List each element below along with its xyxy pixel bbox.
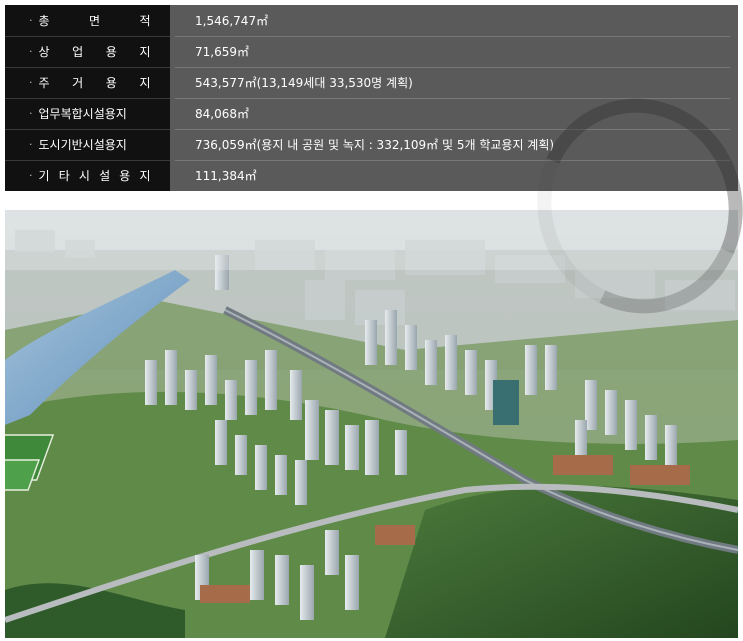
row-label: 상 업 용 지 [38, 45, 151, 59]
row-label: 총 면 적 [38, 14, 151, 28]
row-value: 111,384㎡ [195, 169, 257, 183]
row-label: 업무복합시설용지 [38, 107, 127, 121]
table-row: · 총 면 적 1,546,747㎡ [5, 5, 738, 36]
aerial-illustration [5, 210, 738, 638]
bullet-icon: · [29, 14, 33, 27]
row-value: 84,068㎡ [195, 107, 249, 121]
row-label-cell: · 상 업 용 지 [5, 36, 170, 67]
row-value: 71,659㎡ [195, 45, 249, 59]
table-row: · 주 거 용 지 543,577㎡(13,149세대 33,530명 계획) [5, 67, 738, 98]
bullet-icon: · [29, 45, 33, 58]
land-use-table: · 총 면 적 1,546,747㎡ · 상 업 용 지 71,659㎡ · 주… [5, 0, 738, 191]
row-label-cell: · 업무복합시설용지 [5, 98, 170, 129]
aerial-rendering [5, 210, 738, 638]
row-label: 주 거 용 지 [38, 76, 151, 90]
row-label: 도시기반시설용지 [38, 138, 127, 152]
bullet-icon: · [29, 138, 33, 151]
bullet-icon: · [29, 107, 33, 120]
row-label-cell: · 주 거 용 지 [5, 67, 170, 98]
table-row: · 업무복합시설용지 84,068㎡ [5, 98, 738, 129]
row-value: 736,059㎡(용지 내 공원 및 녹지 : 332,109㎡ 및 5개 학교… [195, 138, 555, 152]
row-value: 543,577㎡(13,149세대 33,530명 계획) [195, 76, 413, 90]
table-row: · 도시기반시설용지 736,059㎡(용지 내 공원 및 녹지 : 332,1… [5, 129, 738, 160]
row-label: 기 타 시 설 용 지 [38, 169, 151, 183]
bullet-icon: · [29, 169, 33, 182]
forest [385, 486, 738, 638]
page: · 총 면 적 1,546,747㎡ · 상 업 용 지 71,659㎡ · 주… [0, 0, 743, 641]
table-row: · 기 타 시 설 용 지 111,384㎡ [5, 160, 738, 191]
row-label-cell: · 기 타 시 설 용 지 [5, 160, 170, 191]
row-label-cell: · 도시기반시설용지 [5, 129, 170, 160]
bullet-icon: · [29, 76, 33, 89]
glass-tower [493, 380, 519, 425]
row-label-cell: · 총 면 적 [5, 5, 170, 36]
haze-veil [5, 210, 738, 270]
table-row: · 상 업 용 지 71,659㎡ [5, 36, 738, 67]
row-value: 1,546,747㎡ [195, 14, 269, 28]
